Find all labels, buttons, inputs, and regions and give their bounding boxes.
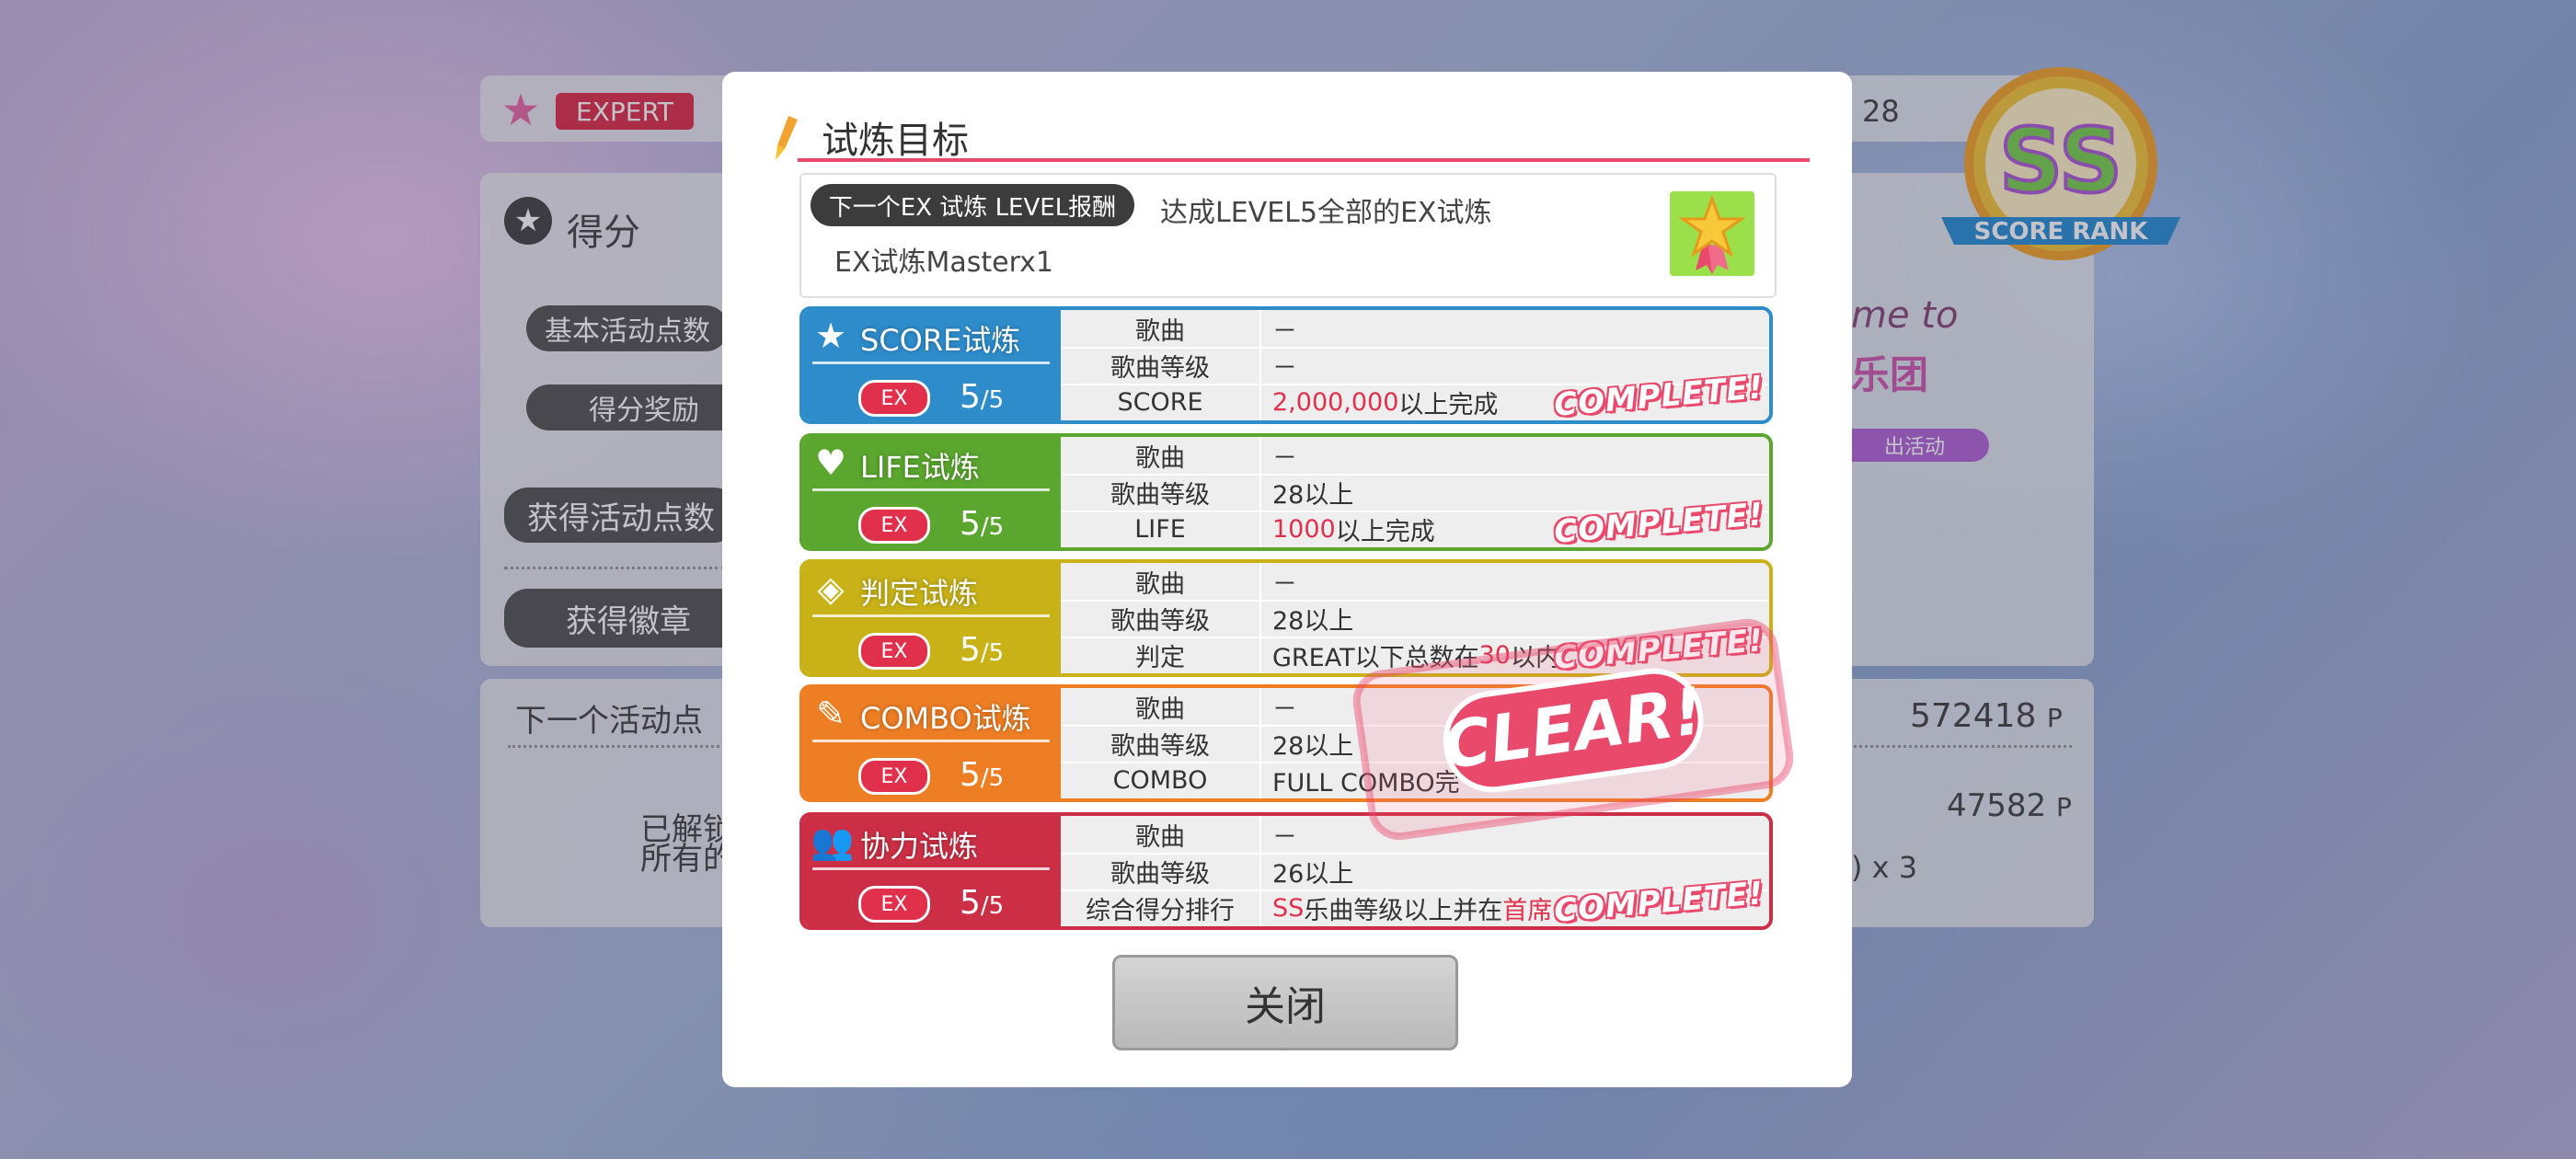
condition-value: －	[1272, 822, 1297, 852]
trial-progress: 5/5	[960, 378, 1005, 416]
trial-name: SCORE试炼	[860, 323, 1021, 358]
trial-underline	[812, 867, 1050, 870]
reward-description: 达成LEVEL5全部的EX试炼	[1160, 197, 1492, 229]
trial-name: 协力试炼	[860, 829, 979, 864]
condition-value: －	[1272, 443, 1297, 473]
condition-key: 歌曲	[1061, 437, 1261, 474]
condition-row: 歌曲 －	[1061, 563, 1769, 602]
condition-key: 歌曲等级	[1061, 725, 1261, 762]
next-reward-box: 下一个EX 试炼 LEVEL报酬 达成LEVEL5全部的EX试炼 EX试炼Mas…	[799, 173, 1777, 298]
condition-key: 歌曲等级	[1061, 347, 1261, 384]
trial-progress: 5/5	[960, 884, 1005, 922]
medal-reward-icon	[1670, 191, 1754, 276]
trial-progress: 5/5	[960, 756, 1005, 794]
trial-progress: 5/5	[960, 631, 1005, 669]
condition-key: 歌曲	[1061, 310, 1261, 347]
condition-value: SS 乐曲等级以上并在 首席	[1272, 893, 1553, 925]
trial-header: ★ SCORE试炼 EX 5/5	[803, 310, 1061, 420]
close-button[interactable]: 关闭	[1112, 955, 1458, 1050]
trial-card: 👥 协力试炼 EX 5/5 歌曲－歌曲等级 26以上 综合得分排行 SS 乐曲等级以上并在 首席 C…	[799, 812, 1773, 930]
trial-goal-dialog: 试炼目标 下一个EX 试炼 LEVEL报酬 达成LEVEL5全部的EX试炼 EX…	[722, 72, 1852, 1087]
trial-card: ★ SCORE试炼 EX 5/5 歌曲－歌曲等级－ SCORE 2,000,000 以上完成 C…	[799, 306, 1773, 424]
condition-value: －	[1272, 316, 1297, 346]
condition-value: －	[1272, 569, 1297, 599]
ex-badge: EX	[858, 380, 930, 417]
condition-key: 综合得分排行	[1061, 889, 1261, 926]
dialog-title: 试炼目标	[822, 120, 969, 162]
ex-badge: EX	[858, 886, 930, 923]
trial-underline	[812, 488, 1050, 491]
condition-key: 歌曲等级	[1061, 600, 1261, 637]
ex-badge: EX	[858, 507, 930, 544]
condition-row: 歌曲 －	[1061, 310, 1769, 349]
trial-underline	[812, 740, 1050, 742]
condition-key: 歌曲等级	[1061, 474, 1261, 511]
condition-value: 28以上	[1272, 731, 1354, 761]
condition-key: 歌曲	[1061, 688, 1261, 725]
condition-value: 1000 以上完成	[1272, 514, 1435, 546]
trial-progress: 5/5	[960, 505, 1005, 543]
star-icon: ★	[814, 316, 847, 356]
condition-key: 歌曲	[1061, 563, 1261, 600]
condition-value: 28以上	[1272, 480, 1354, 510]
trial-underline	[812, 614, 1050, 617]
condition-key: 歌曲	[1061, 816, 1261, 853]
condition-key: COMBO	[1061, 762, 1261, 798]
title-underline	[798, 158, 1810, 162]
trial-header: ♥ LIFE试炼 EX 5/5	[803, 437, 1061, 547]
trial-name: 判定试炼	[860, 576, 979, 611]
condition-row: 歌曲 －	[1061, 437, 1769, 476]
condition-value: －	[1272, 694, 1297, 724]
trial-underline	[812, 361, 1050, 364]
trial-card: ♥ LIFE试炼 EX 5/5 歌曲－歌曲等级 28以上 LIFE 1000 以上完成 COMPL…	[799, 433, 1773, 551]
pen-icon	[776, 116, 798, 160]
diamond-icon: ◈	[817, 568, 845, 609]
reward-item: EX试炼Masterx1	[834, 247, 1053, 279]
condition-key: 歌曲等级	[1061, 853, 1261, 889]
condition-key: 判定	[1061, 637, 1261, 673]
trial-header: ◈ 判定试炼 EX 5/5	[803, 563, 1061, 673]
trial-header: ✎ COMBO试炼 EX 5/5	[803, 688, 1061, 798]
condition-key: LIFE	[1061, 511, 1261, 547]
condition-value: 26以上	[1272, 859, 1354, 889]
heart-icon: ♥	[814, 442, 847, 483]
condition-value: 28以上	[1272, 606, 1354, 636]
trial-name: COMBO试炼	[860, 701, 1031, 736]
condition-key: SCORE	[1061, 384, 1261, 420]
ex-badge: EX	[858, 758, 930, 795]
pen-icon: ✎	[816, 694, 845, 734]
condition-value: 2,000,000 以上完成	[1272, 387, 1499, 419]
ex-badge: EX	[858, 633, 930, 670]
people-icon: 👥	[811, 821, 855, 862]
condition-value: －	[1272, 353, 1297, 383]
trial-name: LIFE试炼	[860, 450, 980, 485]
trial-header: 👥 协力试炼 EX 5/5	[803, 816, 1061, 926]
reward-pill: 下一个EX 试炼 LEVEL报酬	[811, 184, 1134, 226]
